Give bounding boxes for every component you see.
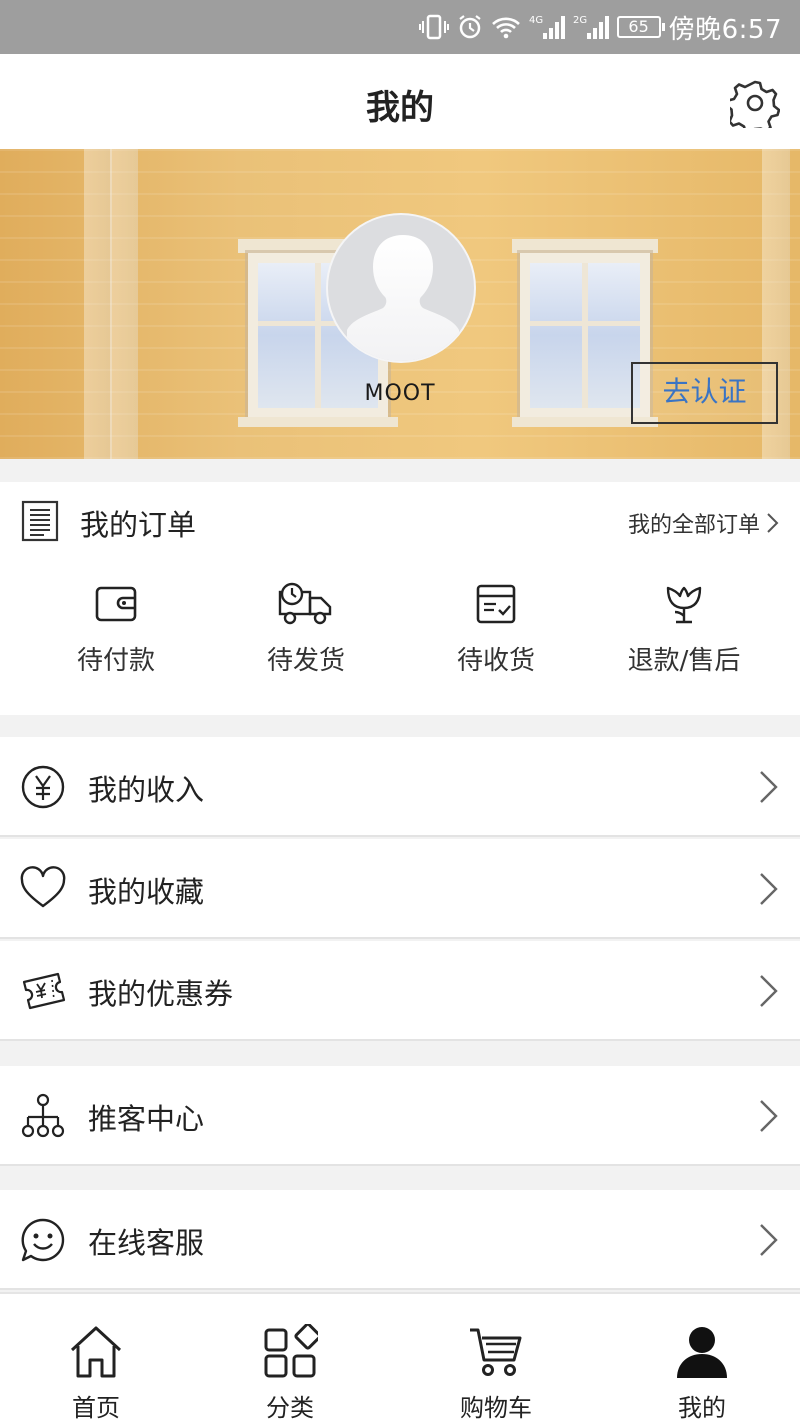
order-status-label: 待付款 <box>76 646 155 676</box>
wallet-icon <box>95 586 137 622</box>
order-list-icon <box>21 500 59 542</box>
title-bar: 我的 <box>0 54 800 149</box>
vibrate-icon <box>418 14 449 40</box>
status-time: 傍晚6:57 <box>668 14 782 45</box>
nav-category[interactable]: 分类 <box>210 1324 370 1422</box>
alarm-icon <box>458 15 481 39</box>
signal-2g-icon: 2G <box>573 15 609 39</box>
chevron-right-icon <box>760 975 778 1007</box>
bottom-nav: 首页 分类 购物车 我的 <box>0 1292 800 1422</box>
menu-item-customer-service[interactable]: 在线客服 <box>0 1190 800 1290</box>
order-status-refund[interactable]: 退款/售后 <box>584 582 784 677</box>
user-icon <box>677 1327 727 1378</box>
menu-item-label: 推客中心 <box>88 1102 205 1136</box>
signal-4g-icon: 4G <box>529 15 565 39</box>
all-orders-label: 我的全部订单 <box>627 513 760 538</box>
tulip-icon <box>666 586 702 624</box>
status-icons: 4G 2G 65 傍晚6:57 <box>418 8 782 46</box>
nav-label: 首页 <box>72 1394 120 1422</box>
menu-item-label: 我的收入 <box>88 773 205 807</box>
cart-icon <box>470 1328 522 1376</box>
nav-home[interactable]: 首页 <box>16 1324 176 1422</box>
truck-icon <box>278 582 332 625</box>
nav-label: 购物车 <box>460 1394 532 1422</box>
nav-label: 我的 <box>678 1394 726 1422</box>
wifi-icon <box>491 17 520 39</box>
menu-item-income[interactable]: 我的收入 <box>0 737 800 837</box>
verify-button[interactable]: 去认证 <box>631 362 778 424</box>
battery-indicator: 65 <box>616 16 665 38</box>
chevron-right-icon <box>760 873 778 905</box>
svg-text:4G: 4G <box>529 15 543 26</box>
menu-item-promoter-center[interactable]: 推客中心 <box>0 1066 800 1166</box>
orders-title: 我的订单 <box>80 508 197 542</box>
menu-item-coupons[interactable]: 我的优惠券 <box>0 941 800 1041</box>
nav-me[interactable]: 我的 <box>622 1324 782 1422</box>
username: MOOT <box>364 381 436 406</box>
banner-pillar <box>110 149 138 459</box>
heart-icon <box>20 866 66 908</box>
orders-header[interactable]: 我的订单 我的全部订单 <box>0 482 800 562</box>
order-status-label: 待收货 <box>456 646 535 676</box>
yen-icon <box>21 765 65 809</box>
status-bar: 4G 2G 65 傍晚6:57 <box>0 0 800 54</box>
window-sill <box>238 417 398 427</box>
smile-chat-icon <box>21 1218 65 1262</box>
gear-icon[interactable] <box>730 78 780 128</box>
coupon-icon <box>22 972 66 1010</box>
chevron-right-icon <box>760 1224 778 1256</box>
order-status-label: 待发货 <box>266 646 345 676</box>
avatar[interactable] <box>326 213 476 363</box>
category-icon <box>264 1324 318 1378</box>
menu-item-label: 我的收藏 <box>88 875 205 909</box>
banner-pillar <box>84 149 112 459</box>
nav-cart[interactable]: 购物车 <box>416 1324 576 1422</box>
network-icon <box>21 1093 65 1138</box>
window-lintel <box>512 239 658 253</box>
svg-text:2G: 2G <box>573 15 587 26</box>
chevron-right-icon <box>760 1100 778 1132</box>
order-status-to-receive[interactable]: 待收货 <box>396 582 596 677</box>
nav-label: 分类 <box>266 1394 314 1422</box>
chevron-right-icon <box>760 771 778 803</box>
orders-section: 我的订单 我的全部订单 待付款 待发货 待收货 退款/售后 <box>0 482 800 715</box>
order-status-to-ship[interactable]: 待发货 <box>206 582 406 677</box>
all-orders-link[interactable]: 我的全部订单 <box>628 507 780 539</box>
profile-banner: MOOT 去认证 <box>0 149 800 459</box>
page-title: 我的 <box>366 88 434 128</box>
default-avatar-icon <box>347 235 459 361</box>
menu-item-favorites[interactable]: 我的收藏 <box>0 839 800 939</box>
home-icon <box>70 1326 122 1378</box>
order-status-label: 退款/售后 <box>627 646 741 676</box>
package-icon <box>476 584 516 624</box>
chevron-right-icon <box>767 513 779 533</box>
order-status-pending-payment[interactable]: 待付款 <box>16 582 216 677</box>
menu-item-label: 在线客服 <box>88 1226 205 1260</box>
menu-item-label: 我的优惠券 <box>88 977 234 1011</box>
